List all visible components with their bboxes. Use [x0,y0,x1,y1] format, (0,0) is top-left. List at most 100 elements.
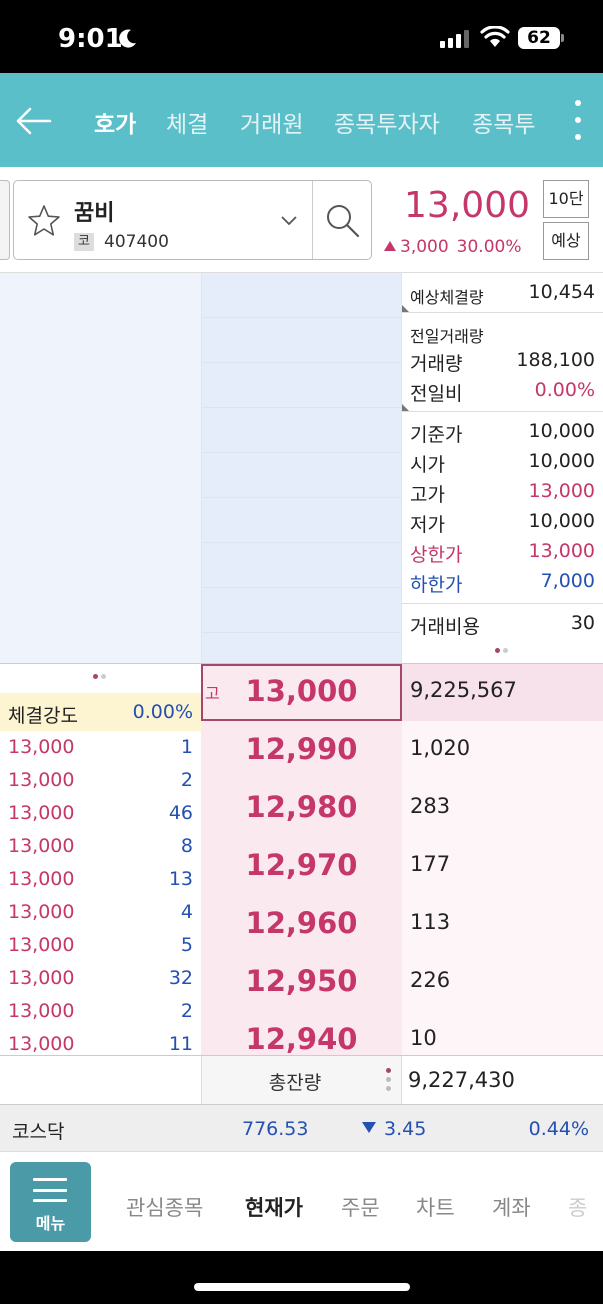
more-menu-icon[interactable] [570,100,586,140]
chevron-down-icon[interactable] [278,209,300,231]
index-change: 3.45 [362,1118,426,1140]
nav-account[interactable]: 계좌 [492,1192,531,1222]
expected-toggle-button[interactable]: 예상 [543,222,589,260]
page-indicator [495,648,508,653]
trade-row: 13,000 13 [8,868,193,890]
current-price-highlight [201,664,402,721]
ask-price[interactable]: 12,990 [201,732,402,766]
ask-volume: 10 [410,1026,437,1050]
trade-row: 13,000 32 [8,967,193,989]
volume-row: 거래량 188,100 [410,349,595,375]
fee-row: 거래비용 30 [410,612,595,638]
ask-volume: 283 [410,794,451,818]
total-value: 9,227,430 [408,1068,515,1092]
stock-code: 407400 [104,232,169,252]
index-ticker[interactable]: 코스닥 776.53 3.45 0.44% [0,1105,603,1151]
battery-tip [561,34,564,42]
status-bar: 9:01 62 [0,0,603,73]
trade-row: 13,000 2 [8,769,193,791]
ask-price[interactable]: 12,950 [201,964,402,998]
change-amount: 3,000 [400,237,449,257]
tab-investor-2[interactable]: 종목투 [472,105,538,139]
star-icon[interactable] [26,203,62,239]
trade-row: 13,000 2 [8,1000,193,1022]
tab-investor[interactable]: 종목투자자 [334,105,440,139]
ask-price[interactable]: 12,980 [201,790,402,824]
moon-icon [119,29,136,48]
divider [312,181,313,259]
low-price-row: 저가 10,000 [410,510,595,536]
change-percent: 30.00% [456,237,522,257]
ask-volume: 113 [410,910,451,934]
index-value: 776.53 [242,1118,309,1140]
ask-volume-column: 9,225,567 1,020 283 177 113 226 10 [402,664,603,1055]
depth-toggle-button[interactable]: 10단 [543,180,589,218]
upper-limit-row: 상한가 13,000 [410,540,595,566]
quote-screen: 꿈비 코 407400 13,000 3,000 30.00% 10단 예상 예상… [0,167,603,1251]
up-arrow-icon [384,241,396,251]
home-indicator[interactable] [194,1283,410,1291]
page-indicator [93,674,106,679]
corner-marker [402,404,409,411]
ask-volume: 1,020 [410,736,471,760]
ask-price-column: 13,000 12,990 12,980 12,970 12,960 12,95… [201,664,402,1055]
trade-row: 13,000 1 [8,736,193,758]
stock-info-panel: 예상체결량 10,454 전일거래량 거래량 188,100 전일비 0.00%… [402,273,603,663]
nav-order[interactable]: 주문 [341,1192,380,1222]
corner-marker [402,305,409,312]
open-price-row: 시가 10,000 [410,450,595,476]
bid-price-column [201,273,403,663]
bid-volume-column [0,273,201,663]
ask-volume: 226 [410,968,451,992]
divider [402,312,603,313]
current-price: 13,000 [404,185,530,226]
price-change: 3,000 30.00% [384,237,522,257]
hamburger-icon [33,1178,67,1202]
trade-row: 13,000 46 [8,802,193,824]
trade-list[interactable]: 13,000 1 13,000 2 13,000 46 13,000 8 13,000 1… [0,733,201,1055]
trade-row: 13,000 11 [8,1033,193,1055]
cellular-signal-icon [440,30,469,48]
search-icon[interactable] [323,201,363,241]
options-icon[interactable] [386,1068,391,1091]
bottom-nav: 메뉴 관심종목 현재가 주문 차트 계좌 종 [0,1151,603,1251]
side-drawer-handle[interactable] [0,180,10,260]
wifi-icon [480,26,510,47]
ask-price[interactable]: 12,940 [201,1022,402,1055]
home-bar-area [0,1251,603,1304]
back-arrow-icon[interactable] [14,101,54,141]
base-price-row: 기준가 10,000 [410,420,595,446]
divider [402,411,603,412]
lower-limit-row: 하한가 7,000 [410,570,595,596]
ask-volume: 9,225,567 [410,678,517,702]
tab-hoga[interactable]: 호가 [94,105,136,139]
nav-more[interactable]: 종 [568,1192,592,1222]
execution-strength-row: 체결강도 0.00% [0,693,201,731]
index-percent: 0.44% [528,1118,589,1140]
nav-watchlist[interactable]: 관심종목 [126,1192,203,1222]
total-remaining-row: 총잔량 9,227,430 [0,1055,603,1105]
expected-volume-row: 예상체결량 10,454 [410,281,595,307]
trade-row: 13,000 4 [8,901,193,923]
nav-current-price[interactable]: 현재가 [245,1192,303,1222]
tab-broker[interactable]: 거래원 [240,105,303,139]
ask-price[interactable]: 12,960 [201,906,402,940]
divider [402,603,603,604]
battery-icon: 62 [518,27,560,49]
stock-selector[interactable]: 꿈비 코 407400 [13,180,372,260]
high-price-row: 고가 13,000 [410,480,595,506]
ask-volume: 177 [410,852,451,876]
menu-button[interactable]: 메뉴 [10,1162,91,1242]
clock: 9:01 [58,24,123,54]
top-tab-bar: 호가 체결 거래원 종목투자자 종목투 [0,73,603,167]
high-badge: 고 [205,684,220,703]
market-badge: 코 [74,233,94,251]
ask-price[interactable]: 12,970 [201,848,402,882]
tab-execution[interactable]: 체결 [166,105,208,139]
total-label: 총잔량 [268,1072,322,1094]
index-name: 코스닥 [12,1121,65,1143]
nav-chart[interactable]: 차트 [416,1192,455,1222]
stock-name: 꿈비 [74,201,115,226]
trade-row: 13,000 8 [8,835,193,857]
prev-ratio-row: 전일비 0.00% [410,379,595,405]
